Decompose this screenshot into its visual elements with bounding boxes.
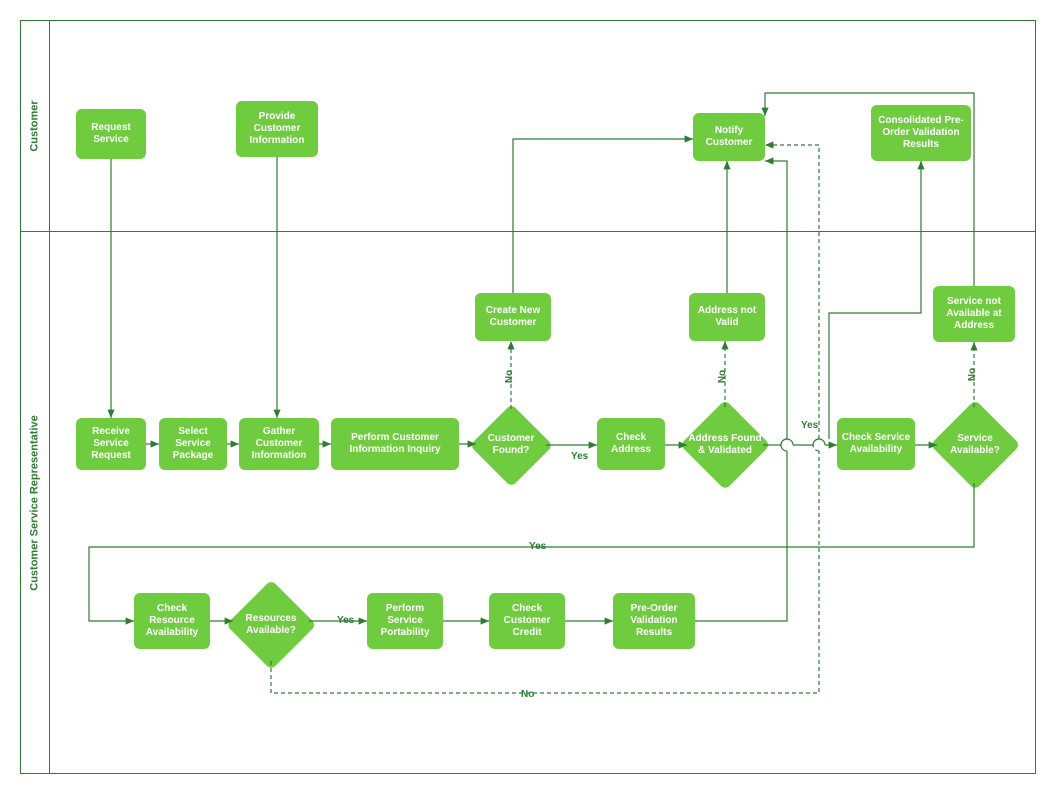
label-yes-customer: Yes: [569, 451, 590, 462]
node-perform-portability: Perform Service Portability: [367, 593, 443, 649]
label-no-resources: No: [519, 689, 536, 700]
node-receive-request: Receive Service Request: [76, 418, 146, 470]
lane-label-csr: Customer Service Representative: [21, 231, 49, 775]
node-check-credit: Check Customer Credit: [489, 593, 565, 649]
lane-separator: [21, 231, 1035, 232]
label-no-customer: No: [504, 368, 515, 385]
node-service-available: Service Available?: [929, 399, 1021, 491]
node-provide-info: Provide Customer Information: [236, 101, 318, 157]
node-gather-info: Gather Customer Information: [239, 418, 319, 470]
node-check-resource: Check Resource Availability: [134, 593, 210, 649]
node-consolidated: Consolidated Pre-Order Validation Result…: [871, 105, 971, 161]
node-check-address: Check Address: [597, 418, 665, 470]
node-address-valid: Address Found & Validated: [679, 399, 771, 491]
node-customer-found: Customer Found?: [469, 403, 553, 487]
label-no-address: No: [717, 368, 728, 385]
lane-label-column: Customer Customer Service Representative: [21, 21, 50, 773]
node-select-package: Select Service Package: [159, 418, 227, 470]
label-no-service: No: [967, 366, 978, 383]
label-yes-address: Yes: [799, 420, 820, 431]
node-request-service: Request Service: [76, 109, 146, 159]
node-service-not-avail: Service not Available at Address: [933, 286, 1015, 342]
node-create-new: Create New Customer: [475, 293, 551, 341]
label-yes-resources: Yes: [335, 615, 356, 626]
node-notify-customer: Notify Customer: [693, 113, 765, 161]
node-check-service: Check Service Availability: [837, 418, 915, 470]
node-perform-inquiry: Perform Customer Information Inquiry: [331, 418, 459, 470]
swimlane-diagram: Customer Customer Service Representative…: [20, 20, 1036, 774]
lane-label-customer: Customer: [21, 21, 49, 231]
node-preorder-results: Pre-Order Validation Results: [613, 593, 695, 649]
node-address-not-valid: Address not Valid: [689, 293, 765, 341]
node-resources-avail: Resources Available?: [225, 579, 317, 671]
label-yes-service: Yes: [527, 541, 548, 552]
